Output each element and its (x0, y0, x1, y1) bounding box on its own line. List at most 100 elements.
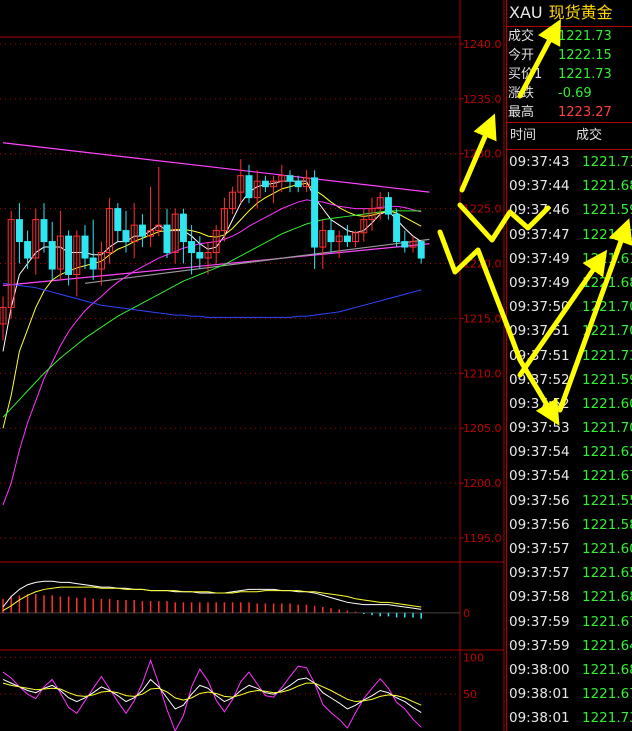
candle-body (24, 241, 32, 259)
tick-row: 09:38:00 1221.68 (507, 658, 632, 682)
candle-body (188, 241, 196, 254)
tick-time: 09:37:53 (509, 420, 570, 437)
tick-price: 1221.60 (582, 395, 632, 412)
symbol-name: 现货黄金 (548, 3, 613, 22)
quote-row: 成交 1221.73 (507, 27, 632, 46)
price-tick-label: 1210.0 (463, 367, 502, 380)
quote-value: 1221.73 (558, 29, 612, 44)
quote-row: 今开 1222.15 (507, 46, 632, 65)
candle-body (196, 252, 204, 259)
candle-body (48, 241, 56, 270)
tick-time: 09:37:56 (509, 492, 570, 509)
tick-row: 09:37:43 1221.71 (507, 150, 632, 174)
tick-time: 09:38:00 (509, 661, 570, 678)
tick-row: 09:37:59 1221.67 (507, 610, 632, 634)
tick-price: 1221.70 (582, 420, 632, 437)
tick-time: 09:37:50 (509, 299, 570, 316)
quote-value: 1222.15 (558, 48, 612, 63)
ticks-header-trade: 成交 (576, 128, 603, 143)
tick-row: 09:37:56 1221.55 (507, 489, 632, 513)
price-tick-label: 1200.0 (463, 477, 502, 490)
tick-row: 09:37:46 1221.59 (507, 198, 632, 222)
ticks-header-time: 时间 (510, 128, 537, 143)
tick-row: 09:37:57 1221.65 (507, 561, 632, 585)
price-tick-label: 1220.0 (463, 258, 502, 271)
tick-time: 09:37:54 (509, 444, 570, 461)
quote-label: 最高 (508, 105, 535, 120)
candle-body (122, 230, 130, 243)
ticks-header: 时间 成交 (507, 123, 632, 149)
tick-price: 1221.68 (582, 589, 632, 606)
tick-time: 09:37:54 (509, 468, 570, 485)
tick-time: 09:37:52 (509, 395, 570, 412)
tick-time: 09:37:57 (509, 565, 570, 582)
candle-body (40, 219, 48, 243)
quote-value: -0.69 (558, 86, 592, 101)
tick-time: 09:37:46 (509, 202, 570, 219)
tick-time: 09:37:44 (509, 178, 570, 195)
candle-body (417, 241, 425, 259)
macd-dea-line (2, 586, 422, 611)
tick-row: 09:37:58 1221.68 (507, 585, 632, 609)
tick-row: 09:37:51 1221.70 (507, 319, 632, 343)
quote-label: 买价1 (508, 67, 543, 82)
candle-body (81, 235, 89, 259)
tick-time: 09:37:51 (509, 347, 570, 364)
kdj-tick-label: 50 (463, 688, 477, 701)
tick-time: 09:38:01 (509, 686, 570, 703)
tick-time: 09:37:43 (509, 154, 570, 170)
quote-row: 涨跌 -0.69 (507, 84, 632, 103)
quote-value: 1223.27 (558, 105, 612, 120)
candlesticks (0, 159, 425, 341)
candle-body (261, 180, 269, 188)
tick-price: 1221.59 (582, 371, 632, 388)
ma-line (2, 282, 422, 318)
tick-row: 09:38:01 1221.67 (507, 682, 632, 706)
tick-row: 09:37:44 1221.68 (507, 174, 632, 198)
tick-price: 1221.58 (582, 516, 632, 533)
candle-body (114, 208, 122, 232)
tick-price: 1221.67 (582, 468, 632, 485)
chart-area: 1240.0 1235.0 1230.0 1225.0 1220.0 1215.0 1210… (0, 0, 505, 731)
price-tick-label: 1195.0 (463, 532, 502, 545)
tick-row: 09:37:54 1221.67 (507, 464, 632, 488)
tick-row: 09:38:01 1221.73 (507, 706, 632, 730)
tick-price: 1221.68 (582, 178, 632, 195)
tick-price: 1221.73 (582, 347, 632, 364)
candle-body (89, 257, 97, 270)
kdj-tick-label: 100 (463, 651, 484, 664)
quote-panel: XAU 现货黄金 成交 1221.73 今开 1222.15 买价1 1221.73 涨跌 -0… (506, 0, 632, 731)
candle-body (286, 175, 294, 182)
candle-body (311, 177, 319, 248)
candle-body (327, 230, 335, 243)
tick-row: 09:37:51 1221.73 (507, 344, 632, 368)
trend-line (2, 142, 430, 193)
tick-price: 1221.59 (582, 202, 632, 219)
tick-row: 09:37:47 1221.63 (507, 223, 632, 247)
tick-price: 1221.70 (582, 299, 632, 316)
symbol-code: XAU (509, 3, 543, 22)
tick-price: 1221.61 (582, 250, 632, 267)
tick-time: 09:37:51 (509, 323, 570, 340)
candle-body (65, 235, 73, 276)
tick-price: 1221.67 (582, 686, 632, 703)
tick-price: 1221.67 (582, 613, 632, 630)
quote-row: 买价1 1221.73 (507, 65, 632, 84)
tick-list[interactable]: 09:37:43 1221.71 09:37:44 1221.68 09:37:46 12… (507, 150, 632, 731)
candle-body (393, 213, 401, 243)
tick-price: 1221.63 (582, 226, 632, 243)
tick-row: 09:37:50 1221.70 (507, 295, 632, 319)
moving-averages (2, 180, 422, 506)
tick-time: 09:37:47 (509, 226, 570, 243)
tick-row: 09:37:49 1221.68 (507, 271, 632, 295)
tick-row: 09:37:52 1221.60 (507, 392, 632, 416)
tick-price: 1221.73 (582, 710, 632, 727)
macd-zero-label: 0 (463, 607, 470, 620)
trend-line (84, 238, 430, 284)
tick-time: 09:37:57 (509, 541, 570, 557)
tick-time: 09:38:01 (509, 710, 570, 727)
tick-time: 09:37:56 (509, 516, 570, 533)
quote-row: 最高 1223.27 (507, 103, 632, 122)
price-grid (0, 0, 505, 731)
tick-price: 1221.62 (582, 444, 632, 461)
